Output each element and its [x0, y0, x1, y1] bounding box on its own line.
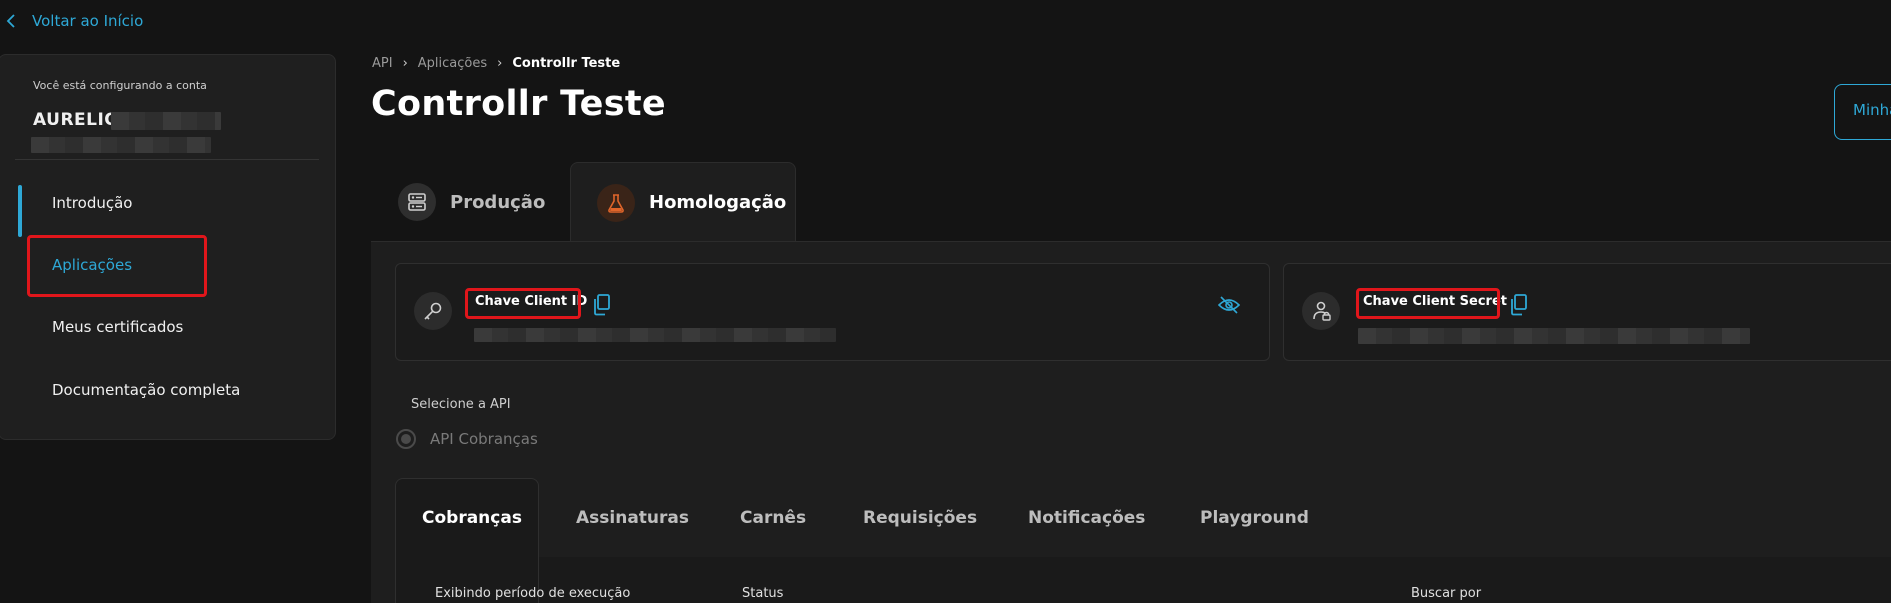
chevron-left-icon [6, 14, 15, 28]
tab-homologacao[interactable]: Homologação [570, 162, 796, 242]
highlight-aplicacoes [27, 235, 207, 297]
highlight-client-secret [1356, 288, 1500, 319]
sidebar-divider [15, 159, 319, 160]
redacted-account-id [31, 137, 211, 153]
page-title: Controllr Teste [371, 84, 666, 124]
redacted-client-secret-value [1358, 328, 1750, 344]
redacted-account-surname [111, 112, 221, 130]
sidebar-item-documentacao[interactable]: Documentação completa [52, 381, 240, 399]
chevron-right-icon: › [402, 56, 408, 71]
lock-key-icon [1302, 292, 1340, 330]
filter-periodo-label: Exibindo período de execução [435, 586, 631, 601]
highlight-client-id [465, 288, 581, 319]
select-api-label: Selecione a API [411, 397, 511, 412]
breadcrumb-api[interactable]: API [372, 56, 393, 71]
back-link[interactable]: Voltar ao Início [6, 12, 143, 30]
copy-icon[interactable] [593, 294, 611, 320]
minha-button[interactable]: Minha [1834, 84, 1891, 140]
tab-cobrancas[interactable]: Cobranças [422, 508, 522, 528]
tab-notificacoes[interactable]: Notificações [1028, 508, 1145, 528]
tab-playground[interactable]: Playground [1200, 508, 1309, 528]
tab-assinaturas[interactable]: Assinaturas [576, 508, 689, 528]
api-cobrancas-radio[interactable] [396, 429, 416, 449]
server-icon [398, 183, 436, 221]
tab-carnes[interactable]: Carnês [740, 508, 806, 528]
breadcrumb: API › Aplicações › Controllr Teste [372, 56, 620, 71]
copy-icon[interactable] [1510, 294, 1528, 320]
account-name: AURELIO [33, 110, 120, 130]
sidebar-item-certificados[interactable]: Meus certificados [52, 318, 183, 336]
tab-producao[interactable]: Produção [398, 162, 545, 242]
key-icon [414, 292, 452, 330]
active-indicator [18, 185, 22, 237]
tab-requisicoes[interactable]: Requisições [863, 508, 977, 528]
tab-cobrancas-bg [395, 478, 539, 603]
redacted-client-id-value [474, 328, 836, 342]
chevron-right-icon: › [497, 56, 503, 71]
filter-status-label: Status [742, 586, 784, 601]
tab-producao-label: Produção [450, 191, 546, 213]
api-cobrancas-label: API Cobranças [430, 430, 538, 448]
eye-off-icon[interactable] [1217, 296, 1241, 318]
breadcrumb-current: Controllr Teste [512, 56, 621, 71]
account-caption: Você está configurando a conta [33, 79, 207, 92]
tab-homologacao-label: Homologação [649, 192, 787, 213]
filter-buscar-label: Buscar por [1411, 586, 1482, 601]
breadcrumb-aplicacoes[interactable]: Aplicações [418, 56, 487, 71]
sidebar-item-introducao[interactable]: Introdução [52, 194, 132, 212]
back-link-label: Voltar ao Início [32, 12, 144, 30]
flask-icon [597, 183, 635, 222]
